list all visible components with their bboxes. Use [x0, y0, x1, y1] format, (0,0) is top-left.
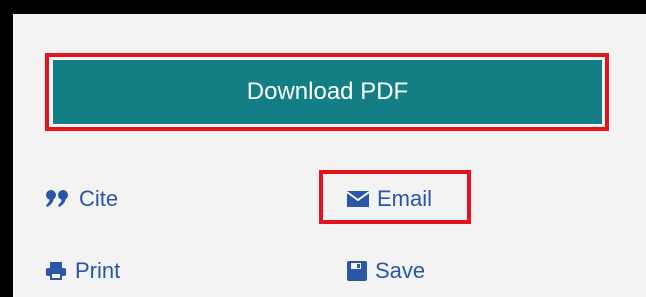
quote-icon — [45, 189, 71, 209]
print-link[interactable]: Print — [45, 258, 120, 284]
save-label: Save — [375, 258, 426, 283]
email-link[interactable]: Email — [347, 186, 432, 212]
download-pdf-button[interactable]: Download PDF — [53, 60, 602, 124]
save-link[interactable]: Save — [347, 258, 425, 284]
print-label: Print — [75, 258, 121, 283]
envelope-icon — [347, 191, 369, 207]
article-tools-panel: Download PDF Cite Print Email Save — [13, 14, 646, 297]
download-pdf-highlight: Download PDF — [45, 53, 609, 131]
cite-link[interactable]: Cite — [45, 186, 118, 212]
cite-label: Cite — [79, 186, 119, 211]
email-label: Email — [377, 186, 433, 211]
floppy-disk-icon — [347, 261, 367, 281]
download-pdf-label: Download PDF — [246, 78, 409, 105]
printer-icon — [45, 261, 67, 281]
